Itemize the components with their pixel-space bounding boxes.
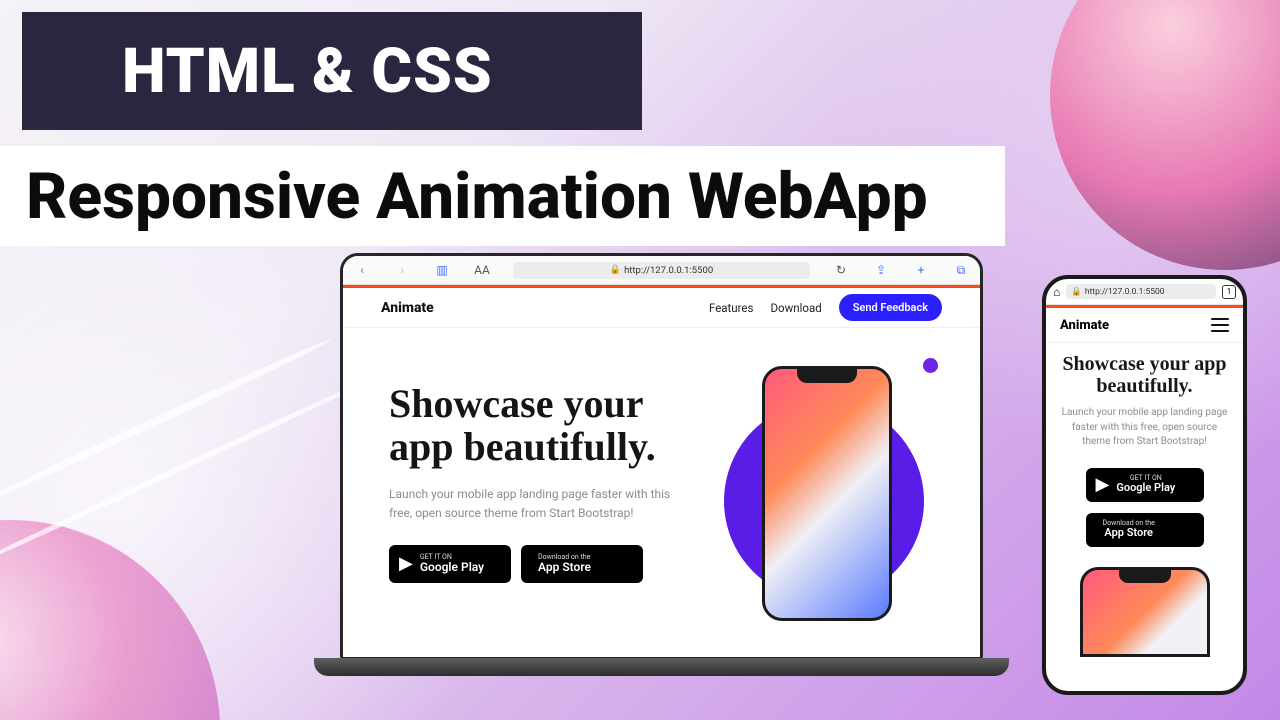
hero-headline: Showcase your app beautifully. xyxy=(389,382,684,468)
hero-copy: Showcase your app beautifully. Launch yo… xyxy=(389,366,684,657)
laptop-mockup: ‹ › ▥ AA 🔒 http://127.0.0.1:5500 ↻ ⇪ + ⧉… xyxy=(340,253,983,683)
lock-icon: 🔒 xyxy=(610,265,621,275)
subtitle-text: Responsive Animation WebApp xyxy=(26,159,928,234)
store-small: GET IT ON xyxy=(420,554,484,561)
title-text: HTML & CSS xyxy=(122,35,493,108)
store-name: Google Play xyxy=(420,561,484,574)
forward-icon[interactable]: › xyxy=(393,263,411,277)
store-name: Google Play xyxy=(1116,482,1175,494)
back-icon[interactable]: ‹ xyxy=(353,263,371,277)
phone-notch xyxy=(1119,570,1171,583)
mobile-mockup: ⌂ 🔒 http://127.0.0.1:5500 1 Animate Show… xyxy=(1042,275,1247,695)
mobile-headline: Showcase your app beautifully. xyxy=(1060,353,1229,397)
brand-logo[interactable]: Animate xyxy=(1060,318,1109,333)
new-tab-icon[interactable]: + xyxy=(912,263,930,277)
mobile-store-buttons: ▶ GET IT ONGoogle Play Download on theAp… xyxy=(1060,468,1229,547)
mobile-hero: Showcase your app beautifully. Launch yo… xyxy=(1046,342,1243,691)
brand-logo[interactable]: Animate xyxy=(381,300,434,316)
app-store-button[interactable]: Download on theApp Store xyxy=(521,545,643,583)
hero-visual xyxy=(684,366,934,657)
nav-menu: Features Download Send Feedback xyxy=(709,294,942,321)
phone-notch xyxy=(797,369,857,383)
store-buttons: ▶ GET IT ONGoogle Play Download on theAp… xyxy=(389,545,684,583)
share-icon[interactable]: ⇪ xyxy=(872,263,890,277)
store-small: Download on the xyxy=(538,554,591,561)
title-banner: HTML & CSS xyxy=(22,12,642,130)
mobile-phone-mockup xyxy=(1080,567,1210,657)
url-text: http://127.0.0.1:5500 xyxy=(624,265,713,276)
store-small: Download on the xyxy=(1103,520,1155,527)
accent-dot xyxy=(923,358,938,373)
mobile-subtext: Launch your mobile app landing page fast… xyxy=(1060,406,1229,450)
laptop-screen: ‹ › ▥ AA 🔒 http://127.0.0.1:5500 ↻ ⇪ + ⧉… xyxy=(340,253,983,660)
play-icon: ▶ xyxy=(399,553,413,574)
poster: HTML & CSS Responsive Animation WebApp ‹… xyxy=(0,0,1280,720)
hamburger-icon[interactable] xyxy=(1211,318,1229,332)
send-feedback-button[interactable]: Send Feedback xyxy=(839,294,942,321)
sidebar-icon[interactable]: ▥ xyxy=(433,263,451,277)
subtitle-banner: Responsive Animation WebApp xyxy=(0,146,1005,246)
nav-features[interactable]: Features xyxy=(709,301,754,315)
home-icon[interactable]: ⌂ xyxy=(1053,285,1060,299)
hero-subtext: Launch your mobile app landing page fast… xyxy=(389,485,679,522)
phone-mockup xyxy=(762,366,892,621)
tabs-icon[interactable]: ⧉ xyxy=(952,263,970,278)
reload-icon[interactable]: ↻ xyxy=(832,263,850,277)
mobile-navbar: Animate xyxy=(1046,305,1243,342)
hero-section: Showcase your app beautifully. Launch yo… xyxy=(343,327,980,657)
address-bar[interactable]: 🔒 http://127.0.0.1:5500 xyxy=(513,262,810,279)
store-small: GET IT ON xyxy=(1116,475,1175,482)
google-play-button[interactable]: ▶ GET IT ONGoogle Play xyxy=(389,545,511,583)
mobile-url: http://127.0.0.1:5500 xyxy=(1085,287,1165,297)
tabs-count[interactable]: 1 xyxy=(1222,285,1236,299)
browser-toolbar: ‹ › ▥ AA 🔒 http://127.0.0.1:5500 ↻ ⇪ + ⧉ xyxy=(343,256,980,285)
site-navbar: Animate Features Download Send Feedback xyxy=(343,285,980,327)
google-play-button[interactable]: ▶ GET IT ONGoogle Play xyxy=(1086,468,1204,502)
store-name: App Store xyxy=(538,561,591,574)
nav-download[interactable]: Download xyxy=(770,301,821,315)
play-icon: ▶ xyxy=(1096,474,1110,495)
laptop-base xyxy=(314,658,1009,676)
lock-icon: 🔒 xyxy=(1071,287,1082,297)
app-store-button[interactable]: Download on theApp Store xyxy=(1086,513,1204,547)
store-name: App Store xyxy=(1103,527,1155,539)
mobile-browser-bar: ⌂ 🔒 http://127.0.0.1:5500 1 xyxy=(1046,279,1243,305)
reader-icon[interactable]: AA xyxy=(473,263,491,277)
mobile-address-bar[interactable]: 🔒 http://127.0.0.1:5500 xyxy=(1066,284,1216,299)
